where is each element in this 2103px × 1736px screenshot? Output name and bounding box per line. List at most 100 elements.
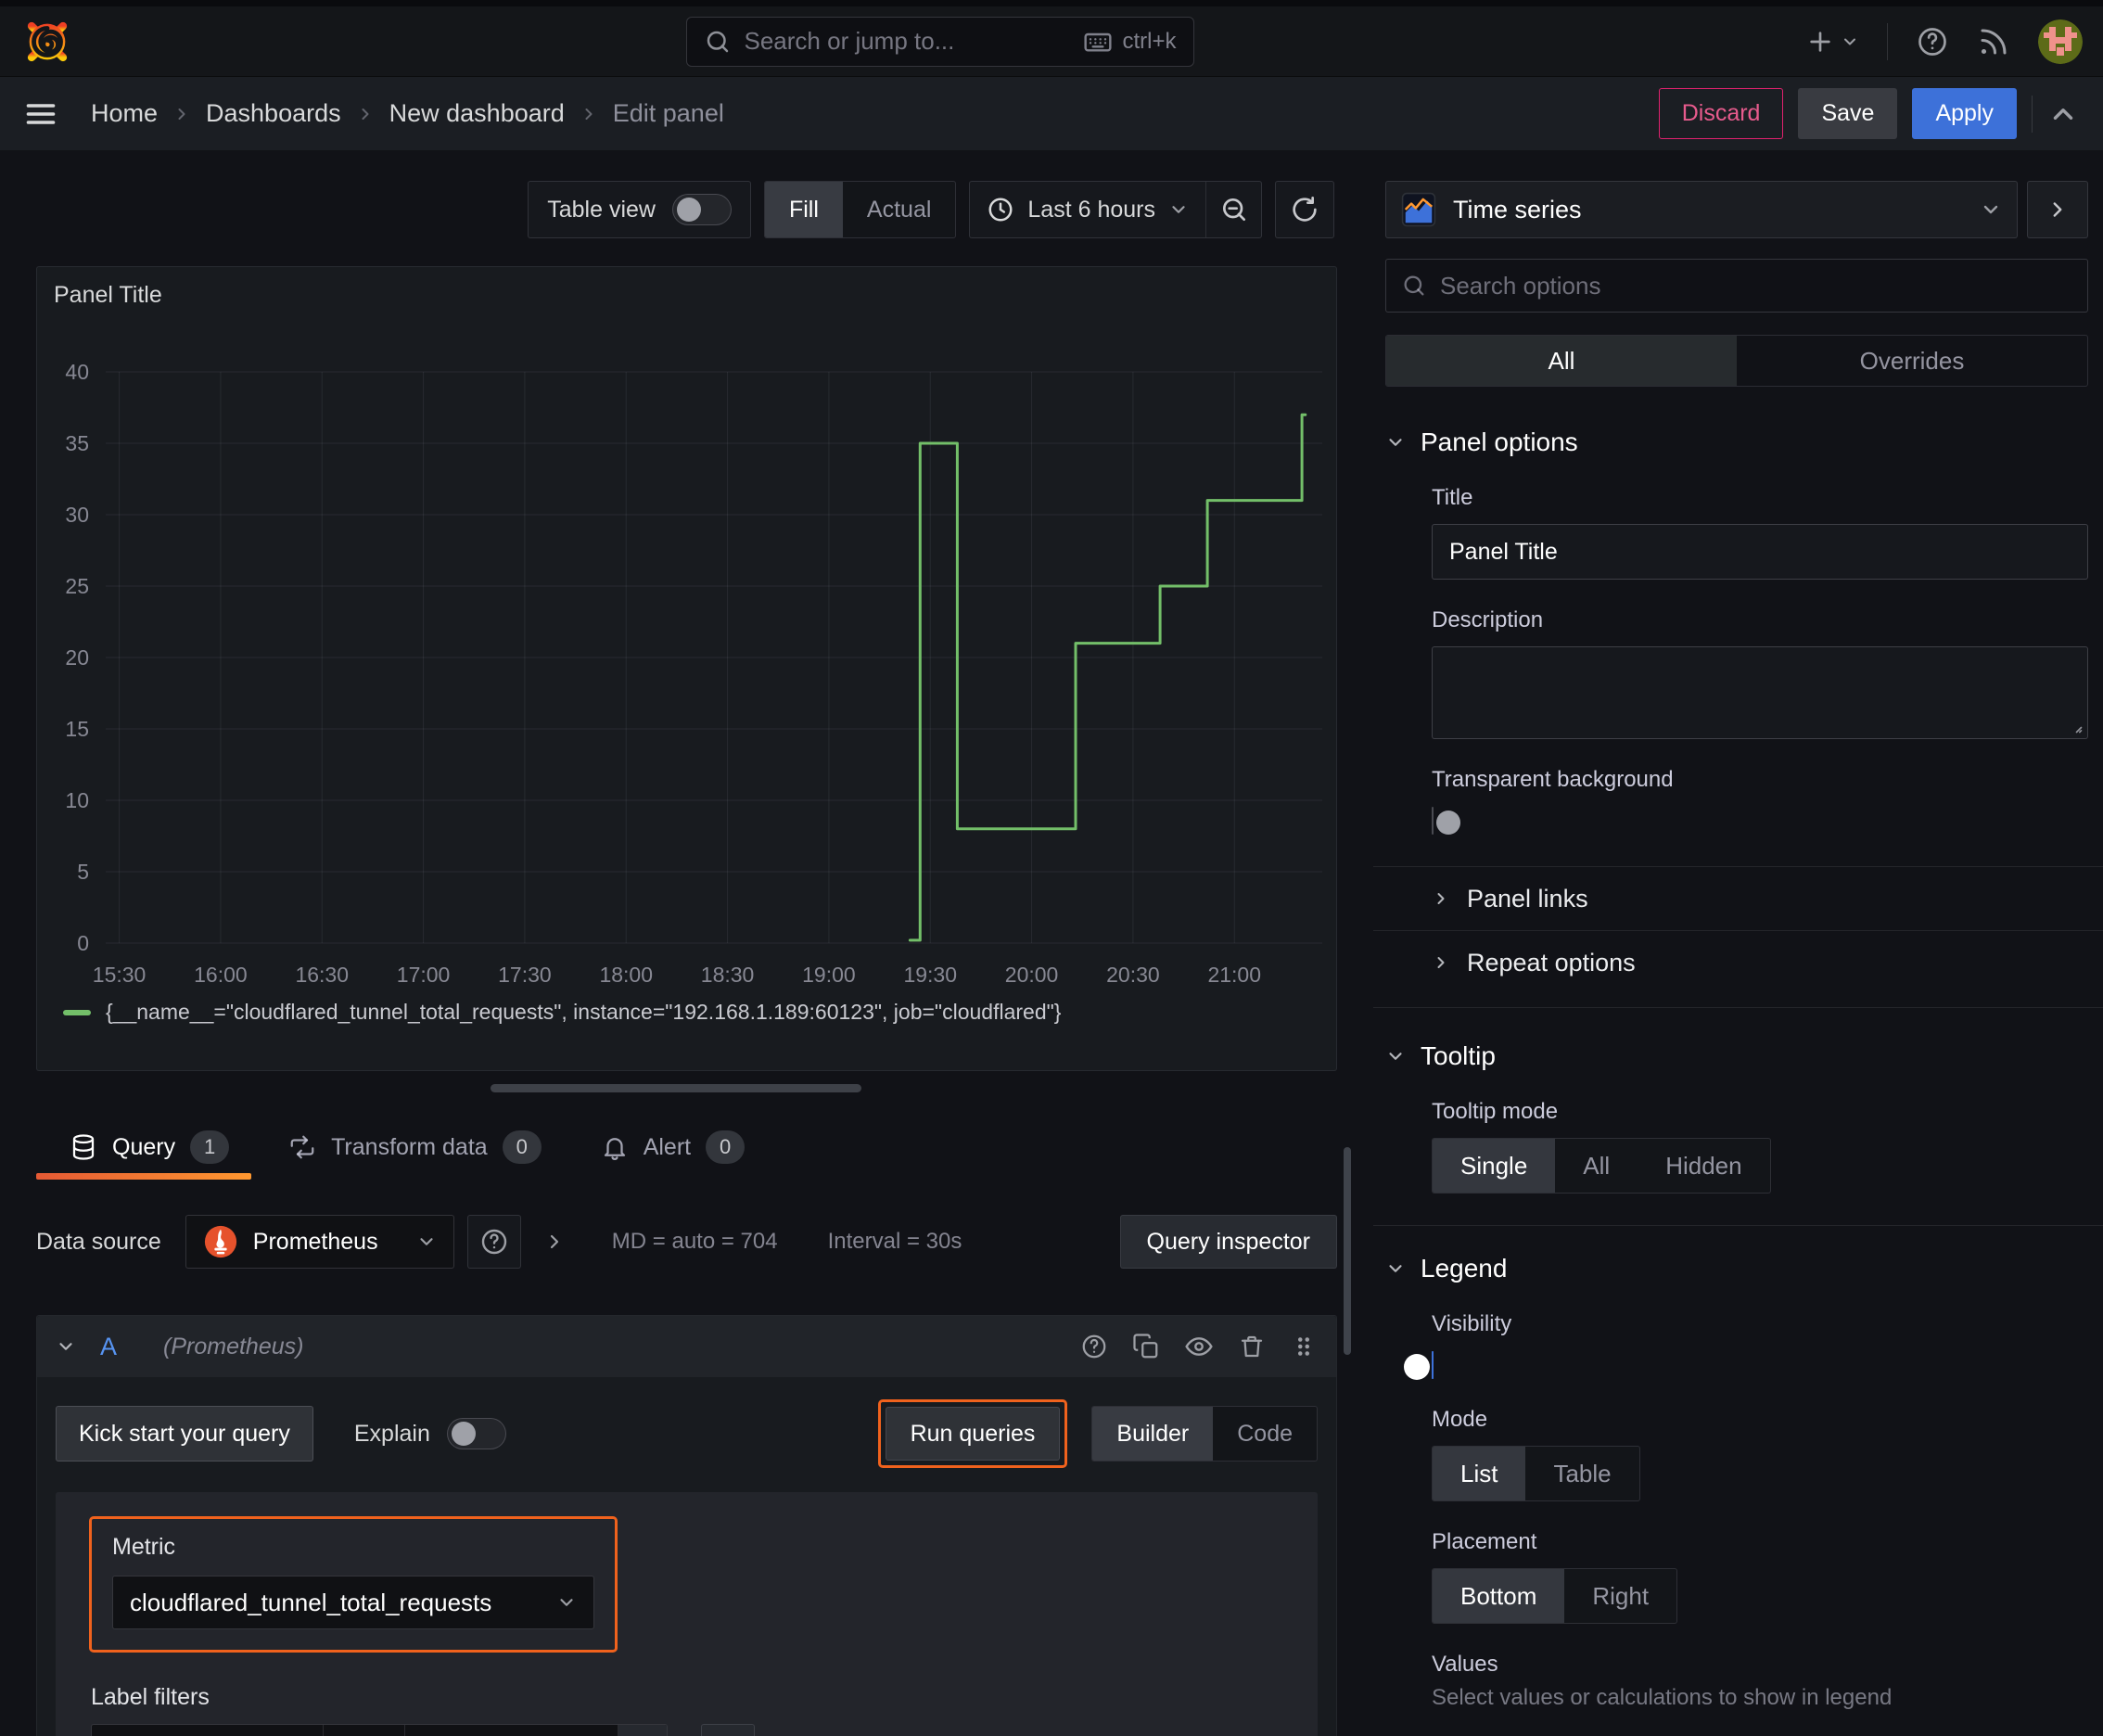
breadcrumb-dashboards[interactable]: Dashboards [206,99,341,128]
toggle-viz-picker-button[interactable] [2027,181,2088,238]
operator-dropdown[interactable]: = [324,1725,405,1736]
select-label-dropdown[interactable]: Select label [92,1725,324,1736]
title-label: Title [1432,485,1473,510]
metric-label: Metric [112,1534,176,1560]
panel-links-section[interactable]: Panel links [1432,867,2088,930]
global-search-input[interactable]: Search or jump to... ctrl+k [685,16,1194,67]
drag-handle-icon[interactable] [1290,1333,1318,1360]
panel-title-input[interactable] [1432,524,2088,580]
query-header[interactable]: A (Prometheus) [37,1316,1336,1377]
svg-text:0: 0 [77,931,89,955]
legend-mode-label: Mode [1432,1407,1488,1432]
divider [2032,95,2033,133]
tooltip-all-option[interactable]: All [1555,1139,1638,1193]
transparent-background-switch[interactable] [1432,807,1460,835]
run-queries-button[interactable]: Run queries [885,1407,1061,1461]
visibility-label: Visibility [1432,1311,1512,1336]
svg-text:10: 10 [65,788,89,812]
table-view-switch[interactable] [671,194,732,225]
hide-query-icon[interactable] [1184,1332,1214,1361]
breadcrumb-new-dashboard[interactable]: New dashboard [389,99,565,128]
legend-visibility-switch[interactable] [1404,1351,1434,1380]
table-view-toggle[interactable]: Table view [528,181,751,238]
tab-transform-data[interactable]: Transform data 0 [288,1117,542,1178]
svg-text:19:00: 19:00 [802,963,856,987]
builder-option[interactable]: Builder [1092,1407,1214,1461]
breadcrumb-home[interactable]: Home [91,99,158,128]
time-picker: Last 6 hours [969,181,1262,238]
resize-handle-icon[interactable] [2065,716,2084,734]
live-broadcast-icon[interactable] [1977,25,2010,58]
svg-text:17:00: 17:00 [397,963,451,987]
kick-start-button[interactable]: Kick start your query [56,1406,313,1462]
metric-select[interactable]: cloudflared_tunnel_total_requests [112,1576,594,1629]
repeat-options-section[interactable]: Repeat options [1432,931,2088,994]
select-value-dropdown[interactable]: Select value [405,1725,618,1736]
remove-filter-button[interactable] [618,1725,667,1736]
user-avatar[interactable] [2038,19,2083,64]
fill-option[interactable]: Fill [764,182,843,237]
zoom-out-button[interactable] [1205,182,1261,237]
tab-overrides[interactable]: Overrides [1737,336,2087,386]
duplicate-query-icon[interactable] [1132,1333,1160,1360]
legend-placement-label: Placement [1432,1529,1537,1554]
options-sidebar: Time series Search options All Overrides [1373,151,2103,1736]
fill-actual-segment: Fill Actual [763,181,957,238]
panel-options-header[interactable]: Panel options [1385,428,2088,457]
explain-toggle-group: Explain [354,1418,506,1449]
svg-text:19:30: 19:30 [903,963,957,987]
chevron-right-icon [172,105,191,123]
query-count-badge: 1 [190,1130,230,1164]
tooltip-header[interactable]: Tooltip [1385,1041,2088,1071]
tooltip-hidden-option[interactable]: Hidden [1638,1139,1769,1193]
apply-button[interactable]: Apply [1912,88,2017,139]
datasource-picker[interactable]: Prometheus [185,1215,454,1269]
help-icon[interactable] [1916,25,1949,58]
save-button[interactable]: Save [1798,88,1898,139]
scrollbar-thumb[interactable] [1344,1147,1351,1355]
chevron-down-icon[interactable] [56,1336,76,1357]
collapse-header-button[interactable] [2047,98,2079,130]
explain-switch[interactable] [446,1418,506,1449]
search-shortcut: ctrl+k [1083,27,1177,57]
legend-table-option[interactable]: Table [1525,1447,1638,1500]
code-option[interactable]: Code [1213,1407,1317,1461]
description-textarea[interactable] [1432,646,2088,739]
tooltip-single-option[interactable]: Single [1433,1139,1556,1193]
visualization-picker[interactable]: Time series [1385,181,2018,238]
discard-button[interactable]: Discard [1658,88,1784,139]
query-inspector-button[interactable]: Query inspector [1119,1215,1337,1269]
placement-bottom-option[interactable]: Bottom [1433,1569,1565,1623]
actual-option[interactable]: Actual [843,182,955,237]
refresh-button[interactable] [1275,181,1334,238]
series-label[interactable]: {__name__="cloudflared_tunnel_total_requ… [106,1000,1061,1025]
editor-tabs: Query 1 Transform data 0 Alert 0 [35,1117,1351,1180]
svg-text:35: 35 [65,431,89,455]
menu-icon[interactable] [24,97,57,131]
add-menu-button[interactable] [1805,27,1859,57]
panel-preview[interactable]: Panel Title 0 5 10 15 20 25 30 35 40 15:30 16:00 16… [36,266,1337,1071]
legend-list-option[interactable]: List [1433,1447,1526,1500]
time-range-button[interactable]: Last 6 hours [970,196,1205,223]
grafana-logo-icon[interactable] [20,15,74,69]
search-options-input[interactable]: Search options [1385,259,2088,313]
panel-resize-handle[interactable] [490,1084,861,1092]
legend-header[interactable]: Legend [1385,1254,2088,1283]
tab-alert[interactable]: Alert 0 [601,1117,746,1178]
tab-all[interactable]: All [1386,336,1737,386]
delete-query-icon[interactable] [1238,1333,1266,1360]
chart-legend[interactable]: {__name__="cloudflared_tunnel_total_requ… [63,1000,1061,1025]
database-icon [70,1133,97,1161]
expand-options-icon[interactable] [543,1231,566,1253]
add-filter-button[interactable] [700,1724,755,1736]
series-color-dash [63,1009,91,1015]
datasource-help-button[interactable] [466,1215,521,1269]
interval-text: Interval = 30s [827,1229,962,1254]
query-actions-row: Kick start your query Explain Run querie… [56,1399,1318,1468]
all-overrides-segment: All Overrides [1385,335,2088,387]
tab-query[interactable]: Query 1 [35,1117,252,1180]
time-range-label: Last 6 hours [1027,196,1155,223]
query-help-icon[interactable] [1080,1333,1108,1360]
placement-right-option[interactable]: Right [1564,1569,1676,1623]
label-filters-label: Label filters [91,1684,210,1710]
